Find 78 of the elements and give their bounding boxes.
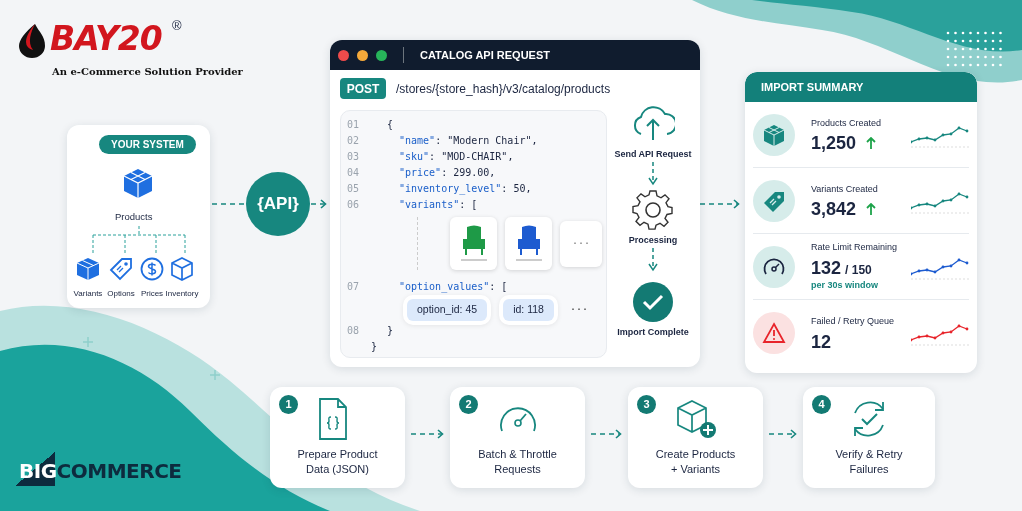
line-number: 08 — [347, 325, 360, 336]
step-number-badge: 4 — [812, 395, 831, 414]
metric-label: Rate Limit Remaining — [811, 241, 899, 254]
code-line: { — [387, 118, 394, 132]
tag-icon — [108, 256, 134, 282]
metric-value: 132 — [811, 258, 842, 277]
gear-icon — [631, 190, 675, 232]
plus-sign-icon — [210, 370, 220, 380]
tagline-text: An e-Commerce Solution Provider — [52, 66, 243, 77]
code-line: "name": "Modern Chair", — [399, 134, 538, 148]
line-number: 01 — [347, 119, 360, 130]
metric-value: 3,842 — [811, 200, 857, 219]
child-label: Variants — [73, 288, 103, 300]
window-title: CATALOG API REQUEST — [403, 46, 550, 64]
code-line: } — [371, 340, 378, 354]
endpoint-path: /stores/{store_hash}/v3/catalog/products — [396, 81, 611, 98]
dashed-down-arrow — [648, 162, 658, 186]
metric-label: Variants Created — [811, 182, 879, 196]
child-label: Prices — [140, 288, 164, 300]
metric-label: Products Created — [811, 116, 883, 130]
dashed-arrow — [591, 429, 622, 439]
code-line: "sku": "MOD-CHAIR", — [399, 150, 514, 164]
metric-value: 12 — [811, 332, 832, 351]
step-label: Batch & Throttle Requests — [477, 447, 558, 477]
line-number: 07 — [347, 281, 360, 292]
logo-drop-icon — [17, 22, 47, 58]
window-control-icon[interactable] — [338, 49, 349, 61]
metric-label: Failed / Retry Queue — [811, 315, 896, 329]
dollar-icon — [139, 256, 165, 282]
cube-icon — [122, 167, 154, 199]
child-label: Inventory — [165, 288, 199, 300]
more-variants-card: ··· — [560, 220, 602, 267]
flow-step-label: Import Complete — [617, 326, 689, 339]
boxes-icon — [75, 256, 101, 282]
check-circle-icon — [631, 282, 675, 324]
more-options-text: ··· — [569, 303, 588, 318]
step-label: Verify & Retry Failures — [834, 447, 904, 477]
dashed-arrow — [311, 199, 327, 209]
step-label: Create Products + Variants — [654, 447, 737, 477]
flow-step-label: Processing — [628, 234, 678, 247]
code-line: "option_values": [ — [399, 280, 508, 294]
step-number-badge: 3 — [637, 395, 656, 414]
section-badge: YOUR SYSTEM — [99, 135, 196, 154]
code-line: } — [387, 324, 394, 338]
brand-logo-text: BAY20 — [50, 22, 162, 55]
warning-icon — [762, 321, 786, 345]
partner-logo-text: BIGCOMMERCE — [15, 452, 182, 486]
line-number: 03 — [347, 151, 360, 162]
step-label: Prepare Product Data (JSON) — [296, 447, 379, 477]
api-badge: {API} — [246, 172, 310, 236]
metric-value: 1,250 — [811, 134, 857, 153]
code-line: "price": 299.00, — [399, 166, 496, 180]
metric-note: per 30s window — [811, 278, 880, 292]
box-icon — [169, 256, 195, 282]
dashed-arrow — [411, 429, 444, 439]
metric-total: / 150 — [845, 261, 872, 279]
registered-mark: ® — [172, 17, 182, 35]
root-label: Products — [115, 210, 153, 224]
step-number-badge: 2 — [459, 395, 478, 414]
line-number: 05 — [347, 183, 360, 194]
code-line: "inventory_level": 50, — [399, 182, 532, 196]
dashed-line — [212, 202, 246, 206]
panel-header: IMPORT SUMMARY — [745, 72, 977, 102]
flow-step-label: Send API Request — [614, 148, 692, 161]
window-control-icon[interactable] — [357, 49, 368, 61]
plus-sign-icon — [83, 337, 93, 347]
http-method-badge: POST — [340, 78, 386, 99]
step-number-badge: 1 — [279, 395, 298, 414]
code-line: "variants": [ — [399, 198, 478, 212]
window-control-icon[interactable] — [376, 49, 387, 61]
line-number: 06 — [347, 199, 360, 210]
line-number: 04 — [347, 167, 360, 178]
dashed-arrow — [769, 429, 797, 439]
dashed-down-arrow — [648, 248, 658, 272]
line-number: 02 — [347, 135, 360, 146]
dashed-arrow — [700, 199, 740, 209]
cube-icon — [762, 122, 786, 147]
child-label: Options — [107, 288, 135, 300]
